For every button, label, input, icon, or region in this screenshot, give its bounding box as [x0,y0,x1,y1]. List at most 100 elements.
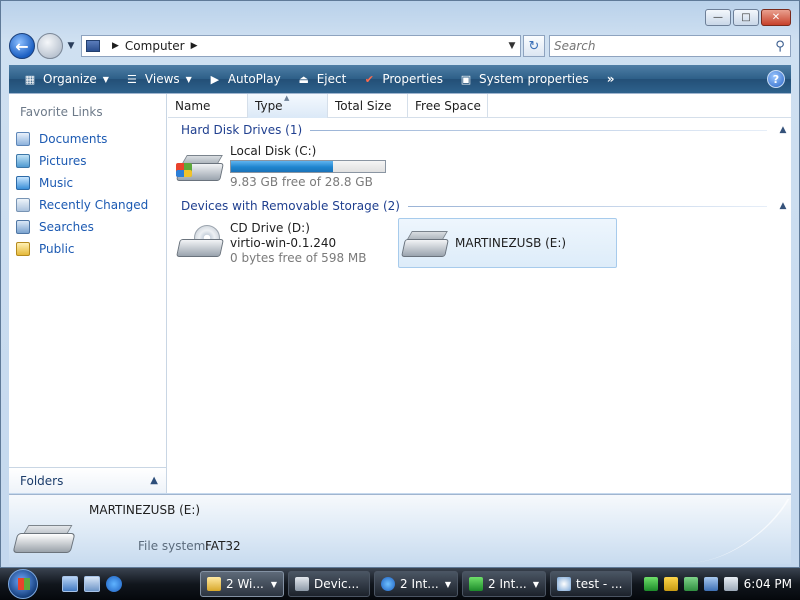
sidebar-item-searches[interactable]: Searches [16,216,148,238]
search-icon[interactable]: ⚲ [770,39,790,54]
properties-button[interactable]: ✔ Properties [354,65,451,93]
chevron-down-icon: ▼ [102,74,109,84]
taskbar-button-label: 2 Int... [488,577,527,591]
refresh-button[interactable]: ↻ [523,35,545,57]
cd-drive-icon [176,225,224,261]
clock[interactable]: 6:04 PM [744,577,792,591]
start-button[interactable] [0,568,44,600]
column-headers: Name Type ▲ Total Size Free Space [168,94,791,118]
chevron-down-icon: ▼ [270,579,277,589]
notification-area: 6:04 PM [634,568,800,600]
system-properties-label: System properties [478,72,589,86]
computer-icon [86,40,100,52]
eject-button[interactable]: ⏏ Eject [289,65,355,93]
breadcrumb-arrow-icon[interactable]: ▶ [112,41,119,51]
navigation-pane: Favorite Links Documents Pictures Music … [9,94,167,493]
group-divider [310,129,767,131]
sync-icon[interactable] [683,577,698,591]
explorer-window: — □ ✕ ← ▼ ▶ Computer ▶ ▼ ↻ ⚲ ▦ Organize … [0,0,800,568]
autoplay-button[interactable]: ▶ AutoPlay [200,65,289,93]
taskbar-button-label: 2 Wi... [226,577,264,591]
taskbar-button-paint[interactable]: test - ... [550,571,632,597]
switch-windows-icon[interactable] [84,576,100,592]
column-header-name[interactable]: Name [168,94,248,118]
sidebar-item-public[interactable]: Public [16,238,148,260]
collapse-icon[interactable]: ▲ [775,125,791,135]
recent-pages-dropdown[interactable]: ▼ [65,41,77,51]
column-header-total-size[interactable]: Total Size [328,94,408,118]
organize-button[interactable]: ▦ Organize ▼ [15,65,117,93]
drive-free-space: 0 bytes free of 598 MB [230,250,367,265]
properties-check-icon: ✔ [364,72,374,86]
refresh-icon: ↻ [528,38,540,54]
recently-changed-icon [16,198,30,212]
drive-info: CD Drive (D:) virtio-win-0.1.240 0 bytes… [230,221,366,266]
details-file-system-label: File system: [138,539,210,553]
maximize-button[interactable]: □ [733,9,759,26]
collapse-icon[interactable]: ▲ [775,201,791,211]
folders-toggle[interactable]: Folders ▲ [9,467,166,493]
close-button[interactable]: ✕ [761,9,791,26]
forward-button[interactable] [37,33,63,59]
system-properties-icon: ▣ [460,72,472,86]
sidebar-item-music[interactable]: Music [16,172,148,194]
drive-tile-cd-drive[interactable]: CD Drive (D:) virtio-win-0.1.240 0 bytes… [176,218,396,268]
security-shield-icon[interactable] [663,577,678,591]
address-dropdown[interactable]: ▼ [504,41,520,51]
internet-explorer-icon[interactable] [106,576,122,592]
sidebar-item-documents[interactable]: Documents [16,128,148,150]
system-properties-button[interactable]: ▣ System properties [451,65,597,93]
chevron-down-icon: ▼ [185,74,192,84]
search-input[interactable] [554,39,770,53]
breadcrumb-computer[interactable]: Computer [125,39,185,53]
views-label: Views [144,72,180,86]
usb-drive-icon [401,225,449,261]
drive-name: Local Disk (C:) [230,144,317,158]
documents-icon [16,132,30,146]
group-header-hard-disk-drives[interactable]: Hard Disk Drives (1) ▲ [168,120,791,140]
group-header-removable-storage[interactable]: Devices with Removable Storage (2) ▲ [168,196,791,216]
eject-label: Eject [316,72,347,86]
organize-icon: ▦ [24,72,36,86]
flag-tray-icon[interactable] [643,577,658,591]
breadcrumb-arrow-icon[interactable]: ▶ [191,41,198,51]
address-bar[interactable]: ▶ Computer ▶ ▼ [81,35,521,57]
volume-muted-icon[interactable] [723,577,738,591]
paint-icon [557,577,571,591]
taskbar-buttons: 2 Wi... ▼ Devic... 2 Int... ▼ 2 Int... ▼… [200,571,632,597]
views-button[interactable]: ☰ Views ▼ [117,65,200,93]
windows-start-orb-icon [8,569,38,599]
usb-drive-large-icon [12,523,76,557]
drive-name: CD Drive (D:) [230,220,310,235]
chevron-down-icon: ▼ [444,579,451,589]
taskbar-button-device-manager[interactable]: Devic... [288,571,370,597]
minimize-button[interactable]: — [705,9,731,26]
drive-usage-fill [231,161,333,172]
column-header-free-space[interactable]: Free Space [408,94,488,118]
properties-label: Properties [382,72,443,86]
show-desktop-icon[interactable] [62,576,78,592]
chevron-down-icon: ▼ [532,579,539,589]
taskbar-button-label: 2 Int... [400,577,439,591]
column-header-type[interactable]: Type ▲ [248,94,328,118]
sidebar-item-pictures[interactable]: Pictures [16,150,148,172]
sidebar-item-label: Pictures [39,154,87,168]
taskbar-button-internet-explorer[interactable]: 2 Int... ▼ [374,571,458,597]
drive-tile-usb[interactable]: MARTINEZUSB (E:) [398,218,617,268]
help-button[interactable]: ? [767,70,785,88]
sidebar-item-recently-changed[interactable]: Recently Changed [16,194,148,216]
back-button[interactable]: ← [9,33,35,59]
eject-icon: ⏏ [298,72,309,86]
group-label: Hard Disk Drives (1) [181,123,303,137]
drive-usage-bar [230,160,386,173]
drive-free-space: 9.83 GB free of 28.8 GB [230,175,373,189]
sidebar-item-label: Searches [39,220,94,234]
taskbar-button-explorer[interactable]: 2 Wi... ▼ [200,571,284,597]
search-box: ⚲ [549,35,791,57]
network-icon[interactable] [703,577,718,591]
details-pane: MARTINEZUSB (E:) File system: FAT32 [9,494,791,564]
taskbar-button-internet-flag[interactable]: 2 Int... ▼ [462,571,546,597]
file-list: Name Type ▲ Total Size Free Space Hard D… [168,94,791,493]
drive-tile-local-disk[interactable]: Local Disk (C:) 9.83 GB free of 28.8 GB [176,142,396,192]
more-commands-button[interactable]: » [597,72,625,86]
